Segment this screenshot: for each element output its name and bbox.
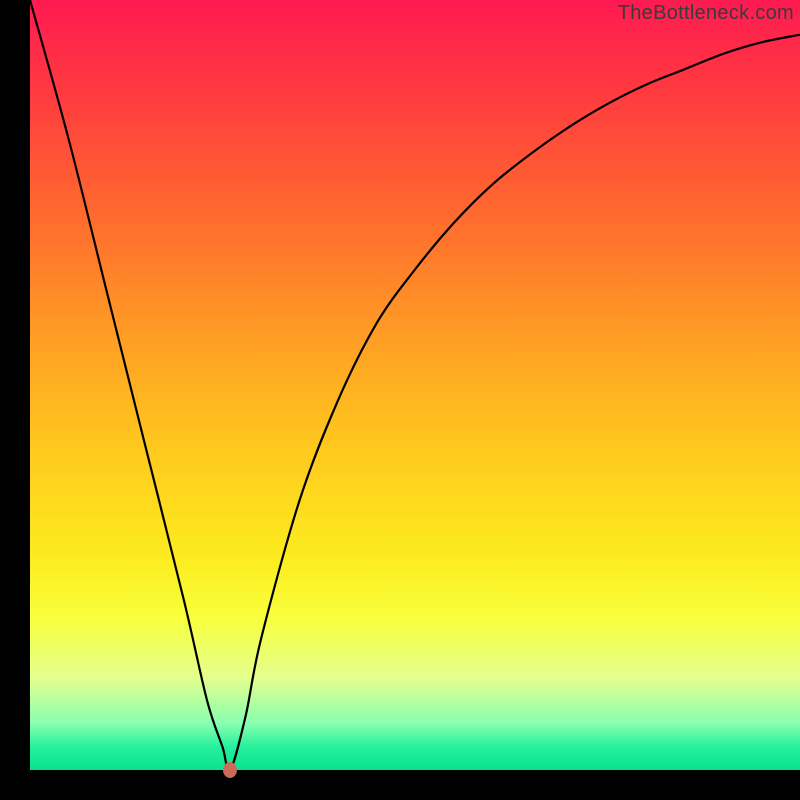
curve-line [30, 0, 800, 770]
plot-area: TheBottleneck.com [30, 0, 800, 770]
attribution-watermark: TheBottleneck.com [618, 2, 794, 25]
chart-frame: TheBottleneck.com [0, 0, 800, 800]
curve-vertex-marker [223, 762, 237, 778]
bottleneck-curve [30, 0, 800, 770]
